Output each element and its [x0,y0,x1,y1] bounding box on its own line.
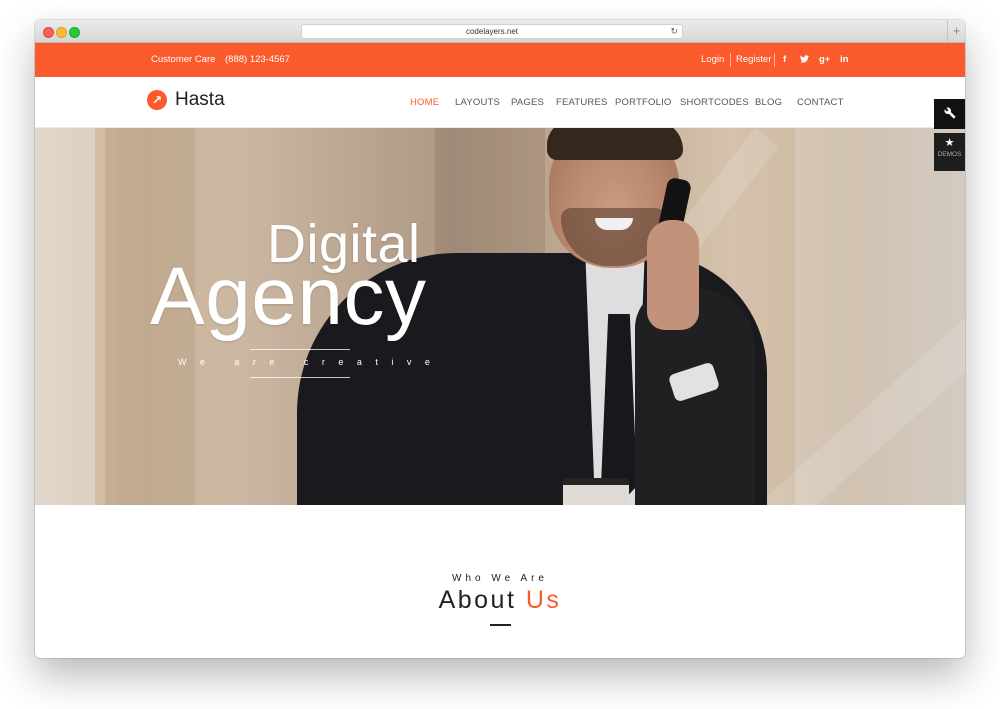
star-icon: ★ [944,137,955,149]
reload-icon[interactable]: ↻ [670,25,678,38]
about-kicker: Who We Are [452,573,548,584]
wrench-icon [943,105,956,120]
top-info-bar: Customer Care (888) 123-4567 Login Regis… [35,43,965,77]
main-navbar: ↗ Hasta HOME LAYOUTS PAGES FEATURES PORT… [35,77,965,128]
hero-tagline: We are creative [178,357,444,367]
hero-banner: Digital Agency We are creative [35,128,965,505]
nav-layouts[interactable]: LAYOUTS [455,97,500,108]
twitter-icon[interactable] [800,43,809,77]
facebook-icon[interactable]: f [783,43,786,77]
nav-pages[interactable]: PAGES [511,97,544,108]
customer-care-label: Customer Care [151,54,216,65]
divider [774,53,775,67]
nav-home[interactable]: HOME [410,97,439,108]
zoom-window-button[interactable] [69,27,80,38]
login-link[interactable]: Login [701,43,724,77]
google-plus-icon[interactable]: g+ [819,43,830,77]
about-divider [490,624,511,626]
browser-toolbar: codelayers.net ↻ + [35,20,965,43]
logo-text[interactable]: Hasta [175,89,225,111]
demos-button[interactable]: ★ DEMOS [934,133,965,171]
linkedin-icon[interactable]: in [840,43,848,77]
hero-divider-bottom [250,377,350,378]
close-window-button[interactable] [43,27,54,38]
nav-features[interactable]: FEATURES [556,97,608,108]
customizer-button[interactable] [934,99,965,129]
nav-portfolio[interactable]: PORTFOLIO [615,97,672,108]
hero-divider-top [250,349,350,350]
new-tab-button[interactable]: + [947,20,965,42]
nav-blog[interactable]: BLOG [755,97,782,108]
demos-label: DEMOS [937,151,962,158]
hero-title-line2: Agency [150,251,427,342]
about-title-main: About [438,586,517,614]
about-title-accent: Us [525,586,562,614]
phone-number[interactable]: (888) 123-4567 [225,43,290,77]
address-bar[interactable]: codelayers.net ↻ [301,24,683,39]
register-link[interactable]: Register [736,43,771,77]
browser-window: codelayers.net ↻ + Customer Care (888) 1… [35,20,965,658]
divider [730,53,731,67]
minimize-window-button[interactable] [56,27,67,38]
about-title: About Us [35,586,965,615]
logo-arrow-icon[interactable]: ↗ [147,90,167,110]
address-url: codelayers.net [465,27,519,36]
nav-contact[interactable]: CONTACT [797,97,844,108]
nav-shortcodes[interactable]: SHORTCODES [680,97,749,108]
